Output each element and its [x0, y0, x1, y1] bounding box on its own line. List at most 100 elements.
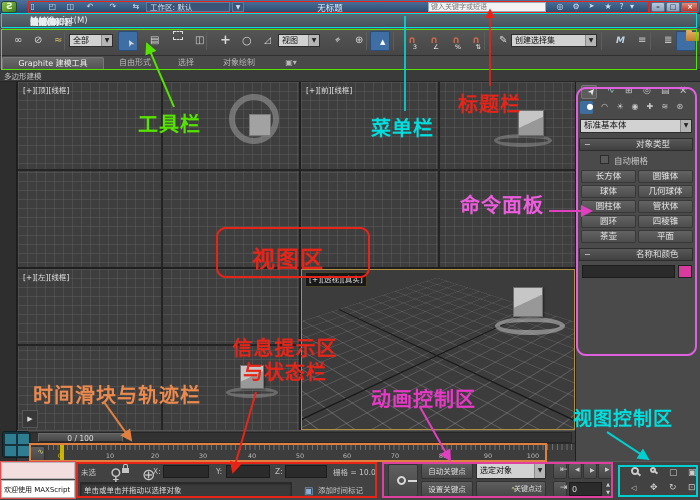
time-slider-handle[interactable]: 0 / 100 — [38, 433, 123, 442]
slider-right-arrow[interactable]: › — [126, 434, 129, 442]
current-frame-input[interactable] — [569, 482, 602, 496]
ribbon-toggle-button[interactable] — [676, 31, 696, 51]
set-key-mode-button[interactable]: 设置关键点 — [421, 481, 473, 497]
time-slider-track[interactable]: 0 / 100 › — [30, 432, 572, 443]
primitive-sphere-button[interactable]: 球体 — [581, 185, 636, 198]
select-object-button[interactable] — [118, 31, 138, 51]
viewport-layout-tabs-button[interactable] — [2, 431, 30, 458]
use-pivot-center-button[interactable] — [324, 31, 344, 51]
viewport-top[interactable]: [+][顶][线框] — [18, 82, 299, 267]
viewport-label-top[interactable]: [+][顶][线框] — [23, 85, 69, 96]
application-menu-button[interactable] — [1, 1, 17, 13]
reference-coordinate-dropdown[interactable]: 视图▼ — [278, 34, 320, 47]
snap-toggle-3d-button[interactable]: 3 — [398, 31, 418, 51]
add-time-tag-button[interactable]: 添加时间标记 — [318, 485, 363, 496]
play-animation-button[interactable] — [583, 463, 597, 479]
primitive-cone-button[interactable]: 圆锥体 — [638, 170, 693, 183]
menu-help[interactable]: 帮助(H) — [22, 14, 68, 28]
lights-category-button[interactable] — [610, 101, 623, 114]
viewport-label-left[interactable]: [+][左][线框] — [23, 272, 69, 283]
y-coordinate-input[interactable] — [226, 465, 270, 478]
workspace-dropdown-arrow[interactable]: ▼ — [232, 2, 244, 12]
hierarchy-tab[interactable] — [617, 85, 633, 99]
next-frame-button[interactable] — [598, 463, 612, 479]
space-warps-category-button[interactable] — [655, 101, 668, 114]
close-button[interactable]: × — [681, 2, 699, 12]
select-and-manipulate-button[interactable] — [345, 31, 365, 51]
minimize-button[interactable]: – — [651, 2, 665, 12]
key-filters-button[interactable]: 关键点过滤器... — [476, 481, 546, 497]
primitive-torus-button[interactable]: 圆环 — [581, 215, 636, 228]
previous-frame-button[interactable] — [568, 463, 582, 479]
frame-spinner[interactable]: ▲▼ — [604, 481, 612, 497]
bind-to-space-warp-button[interactable] — [44, 31, 64, 51]
primitive-teapot-button[interactable]: 茶壶 — [581, 230, 636, 243]
align-button[interactable] — [628, 31, 648, 51]
save-file-button[interactable]: ◫ — [60, 2, 73, 12]
percent-snap-button[interactable]: % — [442, 31, 462, 51]
communication-center-button[interactable]: ⚙ — [566, 2, 579, 12]
viewcube-icon[interactable] — [518, 110, 544, 136]
geometry-category-button[interactable] — [580, 101, 593, 114]
selection-lock-button[interactable] — [120, 464, 132, 478]
systems-category-button[interactable] — [670, 101, 683, 114]
auto-key-button[interactable]: 自动关键点 — [421, 463, 473, 479]
key-filter-dropdown[interactable]: 选定对象▼ — [476, 463, 546, 479]
select-and-link-button[interactable] — [4, 31, 24, 51]
viewcube-top-face-icon[interactable] — [249, 114, 271, 136]
named-selection-set-dropdown[interactable]: 创建选择集▼ — [511, 34, 597, 47]
x-coordinate-input[interactable] — [163, 465, 209, 478]
layer-manager-button[interactable] — [654, 31, 674, 51]
unlink-selection-button[interactable] — [24, 31, 44, 51]
spinner-snap-button[interactable]: ⇅ — [462, 31, 482, 51]
primitive-geosphere-button[interactable]: 几何球体 — [638, 185, 693, 198]
object-color-swatch[interactable] — [678, 265, 692, 278]
polygon-modeling-panel[interactable]: 多边形建模 — [4, 71, 42, 82]
viewport-front[interactable]: [+][前][线框] — [301, 82, 575, 267]
new-scene-button[interactable]: ▯ — [24, 2, 37, 12]
zoom-all-button[interactable] — [641, 467, 659, 481]
select-and-scale-button[interactable] — [254, 31, 274, 51]
z-coordinate-input[interactable] — [285, 465, 327, 478]
ribbon-minimize-button[interactable]: ▣▾ — [280, 57, 302, 70]
maximize-viewport-button[interactable] — [679, 482, 697, 496]
orbit-button[interactable] — [660, 482, 678, 496]
undo-button[interactable]: ↶ — [80, 2, 93, 12]
isolate-selection-button[interactable] — [296, 482, 312, 497]
tab-selection[interactable]: 选择 — [166, 57, 206, 70]
workspace-dropdown[interactable]: 工作区: 默认 — [146, 2, 230, 12]
zoom-extents-all-button[interactable] — [679, 467, 697, 481]
helpers-category-button[interactable] — [640, 101, 653, 114]
window-crossing-button[interactable] — [185, 31, 205, 51]
search-button[interactable]: ◎ — [550, 2, 563, 12]
zoom-region-button[interactable] — [622, 482, 640, 496]
name-color-rollout[interactable]: −名称和颜色 — [579, 248, 693, 261]
zoom-button[interactable] — [622, 467, 640, 481]
viewport-label-perspective[interactable]: [+][透视][真实] — [305, 272, 367, 287]
keyboard-override-button[interactable] — [370, 31, 390, 51]
tab-graphite-modeling[interactable]: Graphite 建模工具 — [2, 57, 104, 70]
pin-stack-button[interactable] — [104, 465, 116, 479]
motion-tab[interactable] — [635, 85, 651, 99]
mini-curve-editor-button[interactable] — [30, 446, 45, 461]
primitive-category-dropdown[interactable]: 标准基本体▼ — [580, 119, 692, 133]
selection-filter-dropdown[interactable]: 全部▼ — [69, 34, 113, 47]
help-button[interactable]: ? — [615, 2, 628, 12]
sign-in-button[interactable]: ➤ — [582, 2, 595, 12]
go-to-start-button[interactable] — [553, 463, 567, 479]
help-dropdown-arrow[interactable]: ▾ — [628, 2, 636, 12]
layout-tab-arrow-button[interactable]: ▶ — [22, 410, 38, 428]
primitive-cylinder-button[interactable]: 圆柱体 — [581, 200, 636, 213]
infocenter-search-input[interactable] — [428, 2, 546, 12]
redo-button[interactable]: ↷ — [103, 2, 116, 12]
primitive-plane-button[interactable]: 平面 — [638, 230, 693, 243]
project-workspace-button[interactable]: ⇆ — [126, 2, 139, 12]
viewport-left[interactable]: [+][左][线框] — [18, 269, 299, 430]
primitive-tube-button[interactable]: 管状体 — [638, 200, 693, 213]
tab-object-paint[interactable]: 对象绘制 — [210, 57, 268, 70]
viewcube-icon[interactable] — [513, 287, 543, 317]
object-type-rollout[interactable]: −对象类型 — [579, 138, 693, 151]
selection-region-button[interactable] — [163, 31, 183, 51]
select-and-move-button[interactable] — [210, 31, 230, 51]
shapes-category-button[interactable] — [595, 101, 608, 114]
